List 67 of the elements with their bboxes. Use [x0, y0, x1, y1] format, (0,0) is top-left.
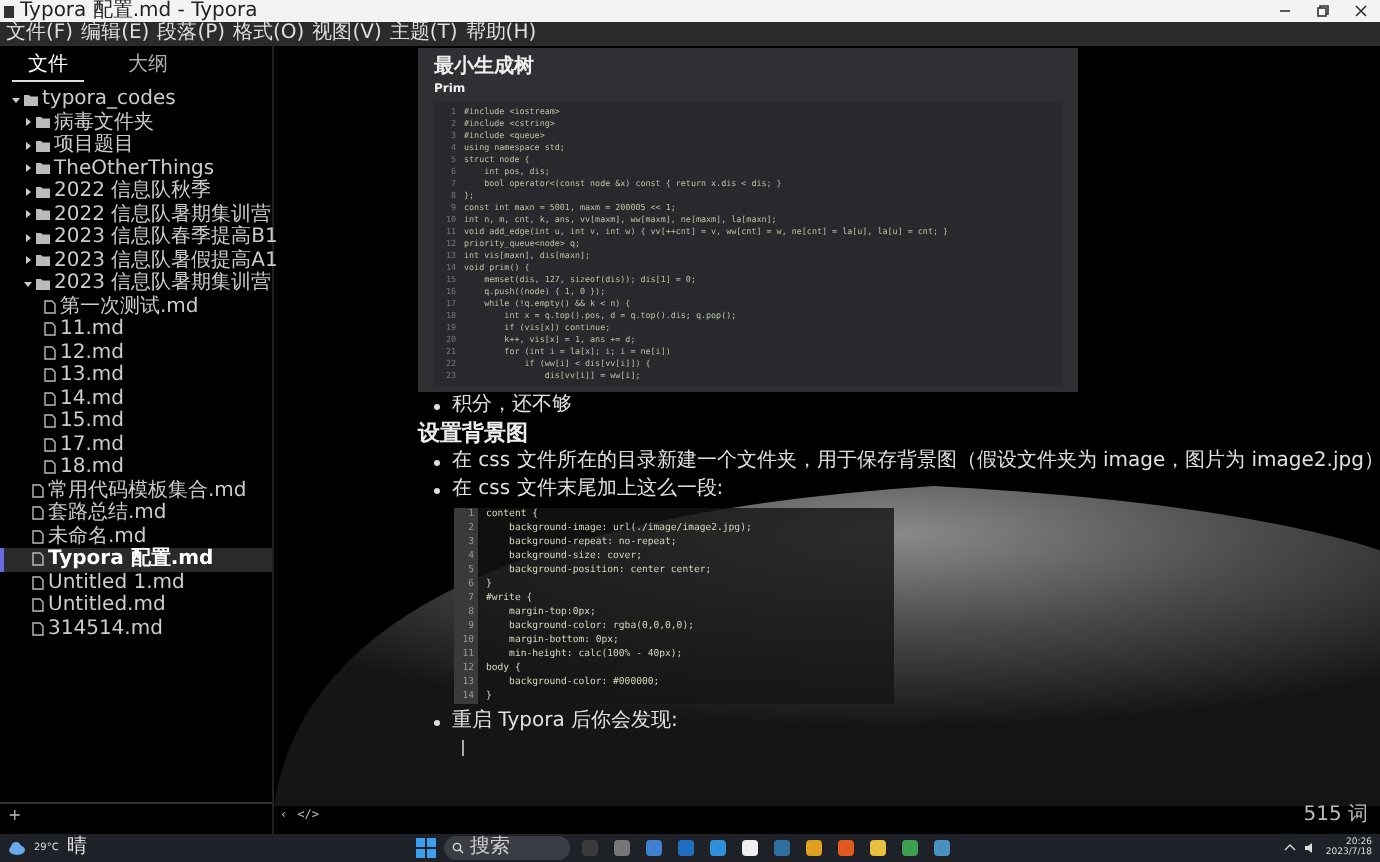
file-tree-item[interactable]: 314514.md — [0, 617, 272, 640]
search-icon — [452, 842, 465, 854]
file-tree-item[interactable]: 13.md — [0, 364, 272, 387]
file-tree-item[interactable]: 14.md — [0, 387, 272, 410]
caret-right-icon — [24, 187, 32, 196]
file-tree-item[interactable]: 18.md — [0, 456, 272, 479]
caret-right-icon — [24, 164, 32, 173]
file-tree-item[interactable]: 15.md — [0, 410, 272, 433]
start-button[interactable] — [416, 838, 437, 858]
file-tree-item[interactable]: 2023 信息队暑假提高A1 — [0, 249, 272, 272]
file-tree-item[interactable]: 第一次测试.md — [0, 295, 272, 318]
caret-down-icon — [12, 95, 20, 104]
app-logo-icon — [4, 5, 14, 17]
file-tree-item[interactable]: 项目题目 — [0, 134, 272, 157]
weather-text: 晴 — [66, 836, 87, 860]
file-tree-item[interactable]: typora_codes — [0, 88, 272, 111]
window-title: Typora 配置.md - Typora — [20, 0, 258, 22]
file-tree-item[interactable]: 病毒文件夹 — [0, 111, 272, 134]
caret-right-icon — [24, 118, 32, 127]
list-item-text: 重启 Typora 后你会发现: — [452, 710, 678, 734]
restore-icon — [1315, 4, 1329, 18]
speaker-icon[interactable] — [1303, 842, 1318, 854]
caret-down-icon — [24, 279, 32, 288]
word-count[interactable]: 515 词 — [1303, 804, 1368, 826]
close-icon — [1353, 4, 1367, 18]
file-tree-item[interactable]: 2022 信息队秋季 — [0, 180, 272, 203]
menu-item[interactable]: 视图(V) — [312, 22, 382, 46]
file-tree-item[interactable]: 未命名.md — [0, 525, 272, 548]
sidebar-tab[interactable]: 文件 — [12, 52, 84, 82]
caret-right-icon — [24, 256, 32, 265]
file-tree-item[interactable]: Typora 配置.md — [0, 548, 272, 571]
file-tree-item[interactable]: 2023 信息队春季提高B1 — [0, 226, 272, 249]
file-tree-item[interactable]: 12.md — [0, 341, 272, 364]
file-tree-item[interactable]: Untitled.md — [0, 594, 272, 617]
add-file-button[interactable]: + — [8, 805, 22, 825]
menu-item[interactable]: 帮助(H) — [465, 22, 537, 46]
caret-right-icon — [24, 210, 32, 219]
file-tree-item[interactable]: Untitled 1.md — [0, 571, 272, 594]
bullet-dot — [434, 719, 440, 725]
menu-item[interactable]: 段落(P) — [157, 22, 226, 46]
weather-cloud-icon — [8, 840, 26, 856]
file-tree-item[interactable]: 2023 信息队暑期集训营 — [0, 272, 272, 295]
file-tree-item[interactable]: TheOtherThings — [0, 157, 272, 180]
file-tree-item[interactable]: 2022 信息队暑期集训营 — [0, 203, 272, 226]
file-tree-item[interactable]: 常用代码模板集合.md — [0, 479, 272, 502]
list-item-text: 在 css 文件末尾加上这么一段: — [452, 478, 724, 502]
file-tree-item[interactable]: 17.md — [0, 433, 272, 456]
file-tree-item[interactable]: 11.md — [0, 318, 272, 341]
menu-item[interactable]: 主题(T) — [389, 22, 458, 46]
caret-right-icon — [24, 233, 32, 242]
menu-item[interactable]: 格式(O) — [233, 22, 305, 46]
bullet-dot — [434, 487, 440, 493]
caret-right-icon — [24, 141, 32, 150]
menu-item[interactable]: 编辑(E) — [81, 22, 150, 46]
minimize-icon — [1277, 4, 1291, 18]
section-heading: 最小生成树 — [434, 54, 536, 80]
bullet-dot — [434, 459, 440, 465]
menu-item[interactable]: 文件(F) — [6, 22, 74, 46]
taskbar-search-field[interactable]: 搜索 — [444, 836, 571, 860]
bullet-dot — [434, 403, 440, 409]
list-item-text: 积分，还不够 — [452, 394, 572, 418]
sidebar-tab[interactable]: 大纲 — [112, 52, 184, 82]
list-item-text: 在 css 文件所在的目录新建一个文件夹，用于保存背景图（假设文件夹为 image，图片为 image2.jpg） — [452, 450, 1380, 474]
text-cursor — [462, 740, 464, 756]
file-tree-item[interactable]: 套路总结.md — [0, 502, 272, 525]
chevron-up-icon[interactable] — [1283, 842, 1296, 854]
section-heading: 设置背景图 — [418, 420, 528, 448]
